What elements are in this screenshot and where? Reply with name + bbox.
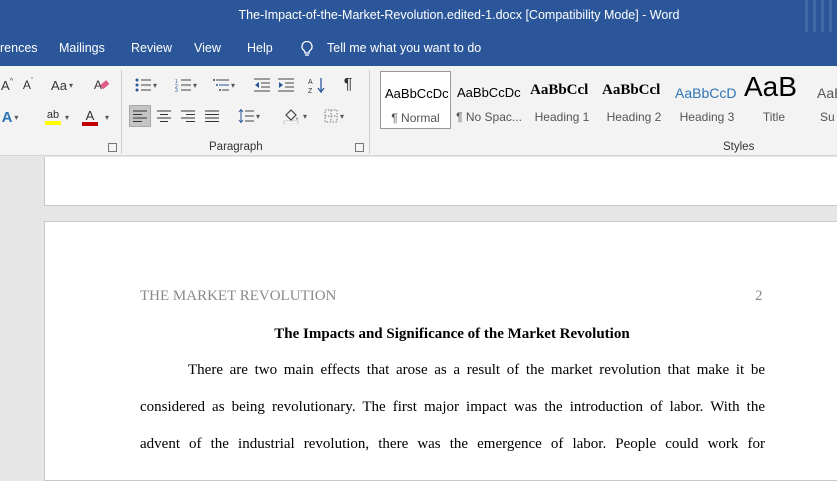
multilevel-list-icon xyxy=(212,79,229,91)
style-name: Heading 3 xyxy=(679,110,735,124)
tab-view[interactable]: View xyxy=(194,41,221,55)
grow-font-icon: A xyxy=(1,77,10,93)
title-bar-pattern xyxy=(801,0,837,32)
justify-button[interactable] xyxy=(201,105,223,127)
ribbon: A ^ Aˇ Aa ▾ A A ▾ ab ▾ A ▾ ▾ 123 ▾ ▾ A Z… xyxy=(0,66,837,156)
tab-references[interactable]: rences xyxy=(0,41,38,55)
style-name: Heading 2 xyxy=(606,110,662,124)
body-line[interactable]: There are two main effects that arose as… xyxy=(188,362,765,379)
numbering-button[interactable]: 123 ▾ xyxy=(170,74,202,96)
ribbon-tabs: rences Mailings Review View Help Tell me… xyxy=(0,32,837,66)
paragraph-dialog-launcher[interactable] xyxy=(355,143,364,152)
shading-button[interactable]: ▾ xyxy=(278,105,312,127)
tab-review[interactable]: Review xyxy=(131,41,172,55)
tab-help[interactable]: Help xyxy=(247,41,273,55)
highlight-color-swatch xyxy=(45,121,61,125)
clear-formatting-button[interactable]: A xyxy=(92,74,112,96)
multilevel-list-button[interactable]: ▾ xyxy=(208,74,240,96)
style-name: ¶ No Spac... xyxy=(456,110,522,124)
paint-bucket-icon xyxy=(283,109,299,124)
line-spacing-icon xyxy=(238,109,254,123)
style-sample: AaBl xyxy=(817,85,837,101)
clear-formatting-icon: A xyxy=(94,78,110,92)
svg-text:A: A xyxy=(308,79,313,86)
tab-mailings[interactable]: Mailings xyxy=(59,41,105,55)
style-name: Heading 1 xyxy=(534,110,590,124)
svg-text:3: 3 xyxy=(175,88,178,92)
font-color-dropdown[interactable]: ▾ xyxy=(102,106,110,128)
increase-indent-button[interactable] xyxy=(276,74,296,96)
style-subtitle[interactable]: AaBl Su xyxy=(811,71,837,129)
borders-button[interactable]: ▾ xyxy=(318,105,350,127)
numbering-icon: 123 xyxy=(175,79,191,92)
align-center-icon xyxy=(157,110,171,122)
style-sample: AaBbCcDc xyxy=(385,86,449,101)
justify-icon xyxy=(205,110,219,122)
align-right-button[interactable] xyxy=(177,105,199,127)
increase-indent-icon xyxy=(278,78,294,92)
style-name: Su xyxy=(820,110,835,124)
tell-me-search[interactable]: Tell me what you want to do xyxy=(327,41,481,55)
change-case-icon: Aa xyxy=(51,77,67,93)
decrease-indent-icon xyxy=(254,78,270,92)
page-number[interactable]: 2 xyxy=(755,288,763,305)
align-center-button[interactable] xyxy=(153,105,175,127)
running-head[interactable]: THE MARKET REVOLUTION xyxy=(140,288,336,305)
font-color-button[interactable]: A xyxy=(76,106,104,128)
style-no-spacing[interactable]: AaBbCcDc ¶ No Spac... xyxy=(453,71,525,129)
change-case-button[interactable]: Aa ▾ xyxy=(46,74,78,96)
grow-font-button[interactable]: A ^ xyxy=(0,74,14,96)
title-bar: The-Impact-of-the-Market-Revolution.edit… xyxy=(0,0,837,32)
window-title: The-Impact-of-the-Market-Revolution.edit… xyxy=(238,8,680,22)
style-sample: AaBbCcl xyxy=(530,82,589,98)
styles-gallery: AaBbCcDc ¶ Normal AaBbCcDc ¶ No Spac... … xyxy=(378,71,837,131)
pilcrow-icon: ¶ xyxy=(343,76,353,93)
style-sample: AaBbCcD xyxy=(675,85,737,101)
align-left-button[interactable] xyxy=(129,105,151,127)
document-page[interactable]: THE MARKET REVOLUTION 2 The Impacts and … xyxy=(44,221,837,481)
shrink-font-icon: A xyxy=(22,78,31,92)
sort-icon: A Z xyxy=(308,78,325,94)
body-line[interactable]: advent of the industrial revolution, the… xyxy=(140,436,765,453)
style-sample: AaBbCcl xyxy=(602,82,661,98)
align-right-icon xyxy=(181,110,195,122)
style-sample: AaBbCcDc xyxy=(457,85,521,100)
lightbulb-icon[interactable] xyxy=(300,40,314,58)
align-left-icon xyxy=(133,110,147,122)
document-title[interactable]: The Impacts and Significance of the Mark… xyxy=(45,326,837,343)
font-color-swatch xyxy=(82,121,98,126)
group-separator xyxy=(121,70,122,154)
highlight-dropdown[interactable]: ▾ xyxy=(62,106,70,128)
font-color-icon: A xyxy=(85,107,95,123)
highlight-icon: ab xyxy=(46,109,60,121)
previous-page-bottom[interactable] xyxy=(44,157,837,206)
style-heading-1[interactable]: AaBbCcl Heading 1 xyxy=(526,71,598,129)
sort-button[interactable]: A Z xyxy=(306,74,328,96)
style-name: ¶ Normal xyxy=(391,111,440,125)
body-line[interactable]: considered as being revolutionary. The f… xyxy=(140,399,765,416)
text-effects-icon: A xyxy=(1,108,13,126)
group-separator xyxy=(369,70,370,154)
style-heading-3[interactable]: AaBbCcD Heading 3 xyxy=(671,71,743,129)
bullets-icon xyxy=(135,78,151,92)
line-spacing-button[interactable]: ▾ xyxy=(233,105,265,127)
decrease-indent-button[interactable] xyxy=(252,74,272,96)
show-formatting-marks-button[interactable]: ¶ xyxy=(338,74,358,96)
borders-icon xyxy=(324,109,338,123)
document-canvas[interactable]: THE MARKET REVOLUTION 2 The Impacts and … xyxy=(0,157,837,481)
svg-text:Z: Z xyxy=(308,88,313,94)
style-sample: AaB xyxy=(744,71,797,102)
style-heading-2[interactable]: AaBbCcl Heading 2 xyxy=(598,71,670,129)
font-dialog-launcher[interactable] xyxy=(108,143,117,152)
style-normal[interactable]: AaBbCcDc ¶ Normal xyxy=(380,71,451,129)
styles-group-label: Styles xyxy=(723,141,755,153)
bullets-button[interactable]: ▾ xyxy=(131,74,161,96)
style-title[interactable]: AaB Title xyxy=(738,71,810,129)
style-name: Title xyxy=(762,110,786,124)
shrink-font-button[interactable]: Aˇ xyxy=(20,74,36,96)
text-effects-button[interactable]: A ▾ xyxy=(0,106,20,128)
paragraph-group-label: Paragraph xyxy=(209,141,263,153)
